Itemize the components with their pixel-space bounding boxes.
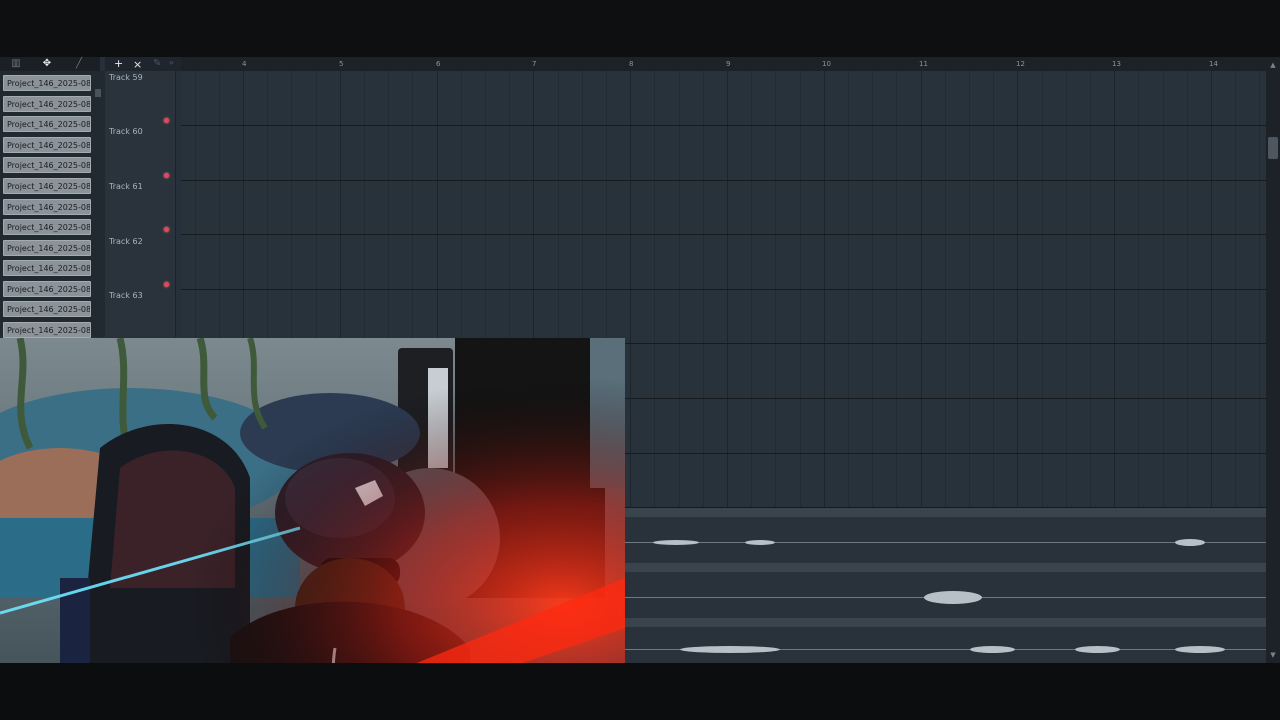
bar-number: 12: [1016, 60, 1025, 68]
audio-lane[interactable]: [625, 627, 1266, 663]
clip-item[interactable]: Project_146_2025-08-05...: [3, 260, 91, 276]
track-header-toolbar: + × ✎ »: [105, 57, 181, 71]
clip-item[interactable]: Project_146_2025-08-05...: [3, 96, 91, 112]
bar-number: 8: [629, 60, 634, 68]
track-divider: [181, 234, 1266, 235]
bar-number: 10: [822, 60, 831, 68]
pencil-icon[interactable]: ╱: [72, 57, 86, 71]
bottom-black-bar: [0, 663, 1280, 720]
waveform-blob: [1075, 646, 1120, 653]
audio-lane[interactable]: [625, 572, 1266, 618]
top-black-bar: [0, 0, 1280, 57]
clip-header[interactable]: [625, 508, 1266, 517]
vertical-scrollbar[interactable]: ▲ ▼: [1266, 57, 1280, 663]
clip-item[interactable]: Project_146_2025-08-05...: [3, 281, 91, 297]
edit-icon[interactable]: ✎: [153, 58, 161, 69]
mute-led-icon[interactable]: [164, 227, 169, 232]
tool-strip: ▥ ✥ ╱: [0, 57, 100, 71]
track-header-column: Track 59 Track 60 Track 61 Track 62 Trac…: [105, 71, 176, 337]
bar-number: 5: [339, 60, 344, 68]
track-label[interactable]: Track 59: [109, 73, 143, 82]
track-divider: [181, 289, 1266, 290]
clip-picker-panel: Project_146_2025-08-05... Project_146_20…: [0, 71, 105, 338]
scroll-thumb[interactable]: [1268, 137, 1278, 159]
bar-number: 13: [1112, 60, 1121, 68]
track-label[interactable]: Track 63: [109, 291, 143, 300]
audio-clip-lanes: [625, 508, 1266, 663]
expand-icon[interactable]: »: [169, 58, 174, 67]
track-label[interactable]: Track 61: [109, 182, 143, 191]
waveform-blob: [653, 540, 699, 545]
clip-item[interactable]: Project_146_2025-08-05...: [3, 322, 91, 338]
waveform-blob: [1175, 539, 1205, 546]
bar-number: 11: [919, 60, 928, 68]
move-arrows-icon[interactable]: ✥: [40, 57, 54, 71]
clip-item[interactable]: Project_146_2025-08-05...: [3, 199, 91, 215]
waveform-blob: [924, 591, 982, 604]
track-label[interactable]: Track 62: [109, 237, 143, 246]
clip-header[interactable]: [625, 618, 1266, 627]
waveform-blob: [680, 646, 780, 653]
clip-item[interactable]: Project_146_2025-08-05...: [3, 75, 91, 91]
close-button[interactable]: ×: [133, 58, 142, 71]
waveform-blob: [970, 646, 1015, 653]
bar-number: 7: [532, 60, 537, 68]
piano-roll-icon[interactable]: ▥: [9, 57, 23, 71]
track-divider: [181, 180, 1266, 181]
track-divider: [181, 125, 1266, 126]
scroll-up-icon[interactable]: ▲: [1268, 60, 1278, 70]
clip-item[interactable]: Project_146_2025-08-05...: [3, 116, 91, 132]
clip-item[interactable]: Project_146_2025-08-05...: [3, 178, 91, 194]
mute-led-icon[interactable]: [164, 282, 169, 287]
timeline-ruler[interactable]: 4 5 6 7 8 9 10 11 12 13 14: [181, 57, 1266, 72]
mute-led-icon[interactable]: [164, 118, 169, 123]
clip-item[interactable]: Project_146_2025-08-05...: [3, 240, 91, 256]
clip-item[interactable]: Project_146_2025-08-05...: [3, 301, 91, 317]
waveform-blob: [745, 540, 775, 545]
bar-number: 4: [242, 60, 247, 68]
scroll-down-icon[interactable]: ▼: [1268, 650, 1278, 660]
bar-number: 14: [1209, 60, 1218, 68]
add-track-button[interactable]: +: [114, 57, 123, 70]
bar-number: 6: [436, 60, 441, 68]
waveform-line: [625, 542, 1266, 543]
clip-header[interactable]: [625, 563, 1266, 572]
clip-item[interactable]: Project_146_2025-08-05...: [3, 157, 91, 173]
picker-scrollbar[interactable]: [95, 89, 101, 97]
audio-lane[interactable]: [625, 517, 1266, 563]
mute-led-icon[interactable]: [164, 173, 169, 178]
waveform-blob: [1175, 646, 1225, 653]
track-label[interactable]: Track 60: [109, 127, 143, 136]
clip-item[interactable]: Project_146_2025-08-05...: [3, 137, 91, 153]
bar-number: 9: [726, 60, 731, 68]
clip-item[interactable]: Project_146_2025-08-05...: [3, 219, 91, 235]
